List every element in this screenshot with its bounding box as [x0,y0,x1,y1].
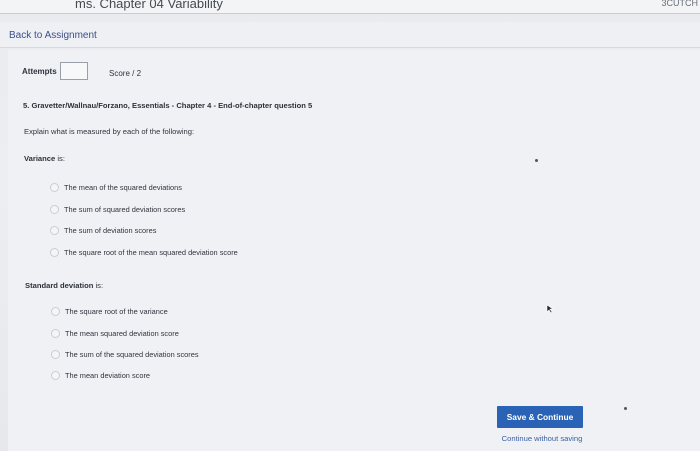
radio-button[interactable] [50,248,59,257]
radio-button[interactable] [51,329,60,338]
window-title: ms. Chapter 04 Variability [75,0,223,11]
radio-button[interactable] [51,307,60,316]
question-prompt: Explain what is measured by each of the … [24,127,195,136]
attempts-label: Attempts [22,66,57,76]
mouse-pointer-icon [546,301,554,319]
option-label: The sum of deviation scores [64,226,157,235]
standard-deviation-label-text: Standard deviation [25,281,94,290]
score-label: Score / 2 [109,69,142,78]
variance-option-2[interactable]: The sum of squared deviation scores [50,205,185,214]
standard-deviation-label: Standard deviation is: [25,281,103,290]
attempts-row: Attempts [22,62,88,80]
screen-speck [535,159,538,162]
variance-label-text: Variance [24,154,56,163]
standard-deviation-label-suffix: is: [93,281,104,290]
variance-label-suffix: is: [55,154,65,163]
radio-button[interactable] [51,350,60,359]
question-card: Attempts Score / 2 5. Gravetter/Wallnau/… [8,50,700,451]
radio-button[interactable] [50,183,59,192]
option-label: The mean deviation score [65,371,151,380]
screen-speck [624,407,627,410]
save-and-continue-button[interactable]: Save & Continue [497,406,583,428]
browser-tab-strip: ms. Chapter 04 Variability 3CUTCH [0,0,700,14]
standard-deviation-option-1[interactable]: The square root of the variance [51,307,168,316]
nav-bar: Back to Assignment [0,22,700,48]
standard-deviation-option-2[interactable]: The mean squared deviation score [51,329,179,338]
option-label: The sum of the squared deviation scores [65,350,199,359]
continue-without-saving-link[interactable]: Continue without saving [497,434,587,443]
option-label: The square root of the mean squared devi… [64,248,238,257]
variance-label: Variance is: [24,154,65,163]
option-label: The sum of squared deviation scores [64,205,186,214]
standard-deviation-option-3[interactable]: The sum of the squared deviation scores [51,350,199,359]
variance-option-1[interactable]: The mean of the squared deviations [50,183,182,192]
radio-button[interactable] [50,205,59,214]
option-label: The mean squared deviation score [65,329,179,338]
header-right-text: 3CUTCH [661,0,698,8]
option-label: The square root of the variance [65,307,168,316]
variance-option-4[interactable]: The square root of the mean squared devi… [50,248,238,257]
variance-option-3[interactable]: The sum of deviation scores [50,226,156,235]
question-heading: 5. Gravetter/Wallnau/Forzano, Essentials… [23,101,313,110]
radio-button[interactable] [51,371,60,380]
radio-button[interactable] [50,226,59,235]
standard-deviation-option-4[interactable]: The mean deviation score [51,371,150,380]
back-to-assignment-link[interactable]: Back to Assignment [9,30,97,41]
attempts-box [59,62,88,80]
option-label: The mean of the squared deviations [64,183,182,192]
